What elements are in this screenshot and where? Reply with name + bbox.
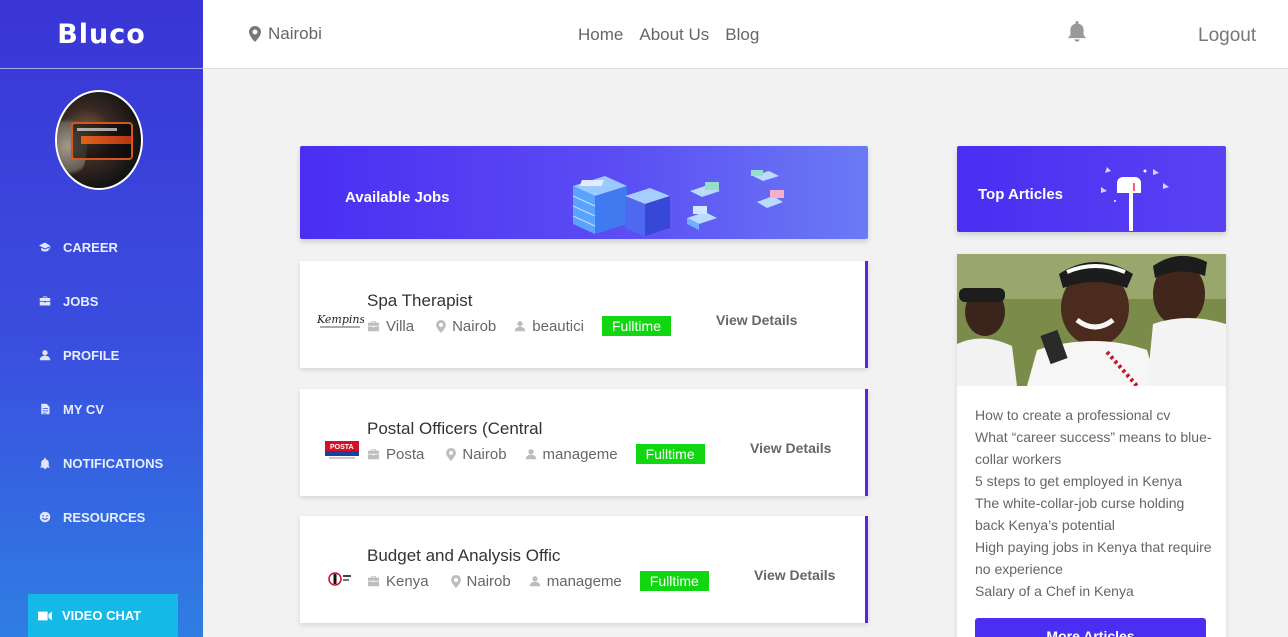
main-nav: Home About Us Blog <box>578 25 759 45</box>
article-link[interactable]: What “career success” means to blue-coll… <box>975 426 1215 470</box>
svg-text:Kempinski: Kempinski <box>316 313 364 326</box>
brand-logo[interactable]: Bluco <box>0 0 203 69</box>
job-meta: Villa Nairob beautici Fulltime <box>367 316 671 336</box>
job-title[interactable]: Spa Therapist <box>367 291 473 311</box>
sidebar-item-jobs[interactable]: JOBS <box>0 274 203 328</box>
briefcase-icon <box>368 448 379 459</box>
article-link[interactable]: The white-collar-job curse holding back … <box>975 492 1215 536</box>
sidebar-item-profile[interactable]: PROFILE <box>0 328 203 382</box>
briefcase-icon <box>368 320 379 331</box>
job-company: Villa <box>386 317 415 335</box>
job-type-badge: Fulltime <box>601 316 671 336</box>
notifications-bell-icon[interactable] <box>1067 21 1089 45</box>
job-type-badge: Fulltime <box>635 444 705 464</box>
graduation-cap-icon <box>38 240 52 254</box>
avatar[interactable] <box>55 90 143 190</box>
video-chat-label: VIDEO CHAT <box>62 608 142 623</box>
article-link[interactable]: Salary of a Chef in Kenya <box>975 580 1215 602</box>
view-details-link[interactable]: View Details <box>754 567 835 583</box>
top-header: Nairobi Home About Us Blog Logout <box>203 0 1288 69</box>
job-type-badge: Fulltime <box>639 571 709 591</box>
svg-text:POSTA: POSTA <box>330 444 354 451</box>
sidebar-item-label: PROFILE <box>63 347 120 363</box>
article-link[interactable]: 5 steps to get employed in Kenya <box>975 470 1215 492</box>
more-articles-button[interactable]: More Articles <box>975 618 1206 637</box>
top-articles-banner: Top Articles <box>957 146 1226 232</box>
nav-about-us[interactable]: About Us <box>639 25 709 45</box>
video-chat-button[interactable]: VIDEO CHAT <box>28 594 178 637</box>
view-details-link[interactable]: View Details <box>716 312 797 328</box>
sidebar-item-label: RESOURCES <box>63 509 146 525</box>
company-logo: POSTA <box>325 441 359 466</box>
user-icon <box>525 449 536 460</box>
job-meta: Posta Nairob manageme Fulltime <box>367 444 705 464</box>
location-selector[interactable]: Nairobi <box>249 24 322 44</box>
view-details-link[interactable]: View Details <box>750 440 831 456</box>
article-link[interactable]: High paying jobs in Kenya that require n… <box>975 536 1215 580</box>
smile-icon <box>38 510 52 524</box>
company-logo: Kempinski <box>316 311 375 338</box>
map-pin-icon <box>249 26 261 42</box>
map-pin-icon <box>446 447 457 461</box>
articles-card: How to create a professional cv What “ca… <box>957 254 1226 637</box>
job-title[interactable]: Budget and Analysis Offic <box>367 546 560 566</box>
sidebar: Bluco CAREER JOBS PROFILE MY CV NOTIFICA… <box>0 0 203 637</box>
sidebar-item-label: JOBS <box>63 293 99 309</box>
nav-blog[interactable]: Blog <box>725 25 759 45</box>
job-meta: Kenya Nairob manageme Fulltime <box>367 571 709 591</box>
job-company: Posta <box>386 445 425 463</box>
job-location: Nairob <box>466 572 511 590</box>
job-category: manageme <box>542 445 618 463</box>
job-title[interactable]: Postal Officers (Central <box>367 419 542 439</box>
job-location: Nairob <box>452 317 497 335</box>
briefcase-icon <box>368 575 379 586</box>
map-pin-icon <box>436 319 446 333</box>
company-logo <box>328 570 352 593</box>
video-camera-icon <box>38 611 52 620</box>
articles-photo <box>957 254 1226 386</box>
sidebar-item-career[interactable]: CAREER <box>0 220 203 274</box>
map-pin-icon <box>450 574 461 588</box>
sidebar-item-notifications[interactable]: NOTIFICATIONS <box>0 436 203 490</box>
job-card[interactable]: Budget and Analysis Offic Kenya Nairob m… <box>300 516 868 623</box>
job-company: Kenya <box>386 572 429 590</box>
briefcase-icon <box>38 294 52 308</box>
logout-link[interactable]: Logout <box>1198 25 1256 47</box>
article-link[interactable]: How to create a professional cv <box>975 404 1215 426</box>
user-icon <box>529 576 540 587</box>
user-icon <box>515 321 526 332</box>
sidebar-item-resources[interactable]: RESOURCES <box>0 490 203 544</box>
sidebar-item-label: MY CV <box>63 401 104 417</box>
isometric-servers-illustration <box>572 170 784 236</box>
sidebar-item-label: CAREER <box>63 239 118 255</box>
job-category: beautici <box>532 317 584 335</box>
job-category: manageme <box>546 572 622 590</box>
job-card[interactable]: POSTA Postal Officers (Central Posta Nai… <box>300 389 868 496</box>
job-location: Nairob <box>462 445 507 463</box>
user-icon <box>38 348 52 362</box>
articles-list: How to create a professional cv What “ca… <box>975 404 1215 602</box>
sidebar-menu: CAREER JOBS PROFILE MY CV NOTIFICATIONS … <box>0 220 203 544</box>
job-card[interactable]: Kempinski Spa Therapist Villa Nairob bea… <box>300 261 868 368</box>
sidebar-item-my-cv[interactable]: MY CV <box>0 382 203 436</box>
mailbox-illustration <box>1101 167 1169 231</box>
document-icon <box>38 402 52 416</box>
bell-icon <box>38 456 52 470</box>
top-articles-title: Top Articles <box>978 186 1064 203</box>
location-label: Nairobi <box>268 24 322 43</box>
nav-home[interactable]: Home <box>578 25 623 45</box>
available-jobs-banner: Available Jobs <box>300 146 868 239</box>
sidebar-item-label: NOTIFICATIONS <box>63 455 164 471</box>
available-jobs-title: Available Jobs <box>345 189 450 206</box>
